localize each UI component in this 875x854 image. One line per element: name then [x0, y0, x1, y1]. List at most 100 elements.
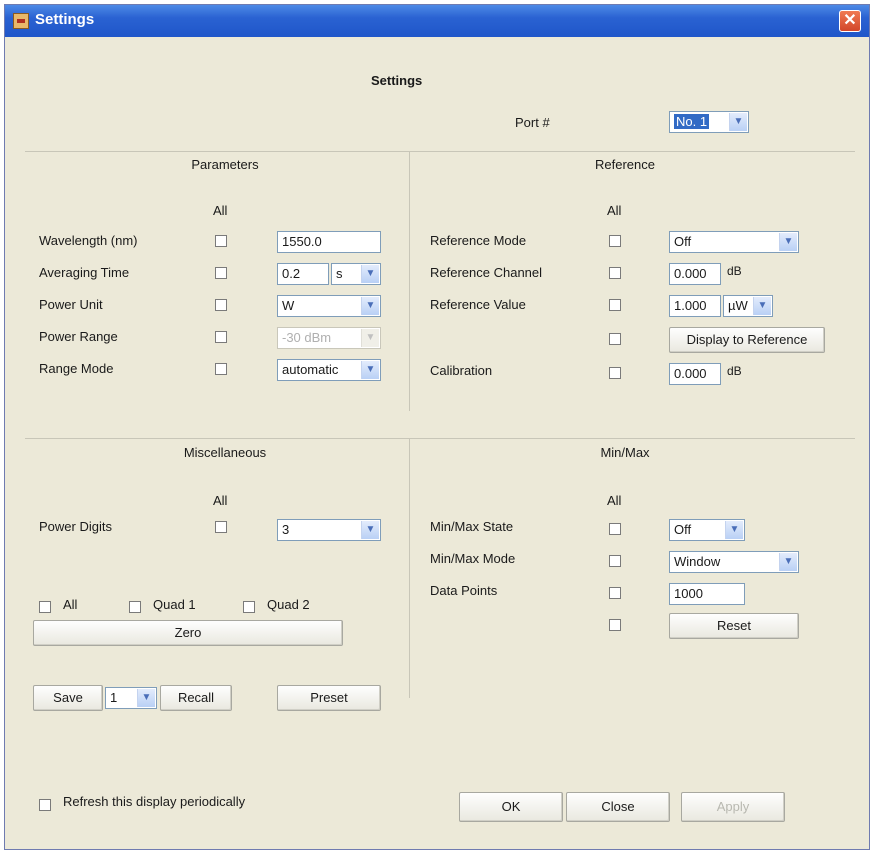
chevron-down-icon: ▼ — [361, 297, 379, 315]
refresh-label: Refresh this display periodically — [63, 794, 246, 809]
save-button[interactable]: Save — [33, 685, 103, 711]
reference-value-unit-select[interactable]: µW ▼ — [723, 295, 773, 317]
power-digits-value: 3 — [282, 522, 290, 537]
reference-value-unit-value: µW — [728, 298, 748, 313]
calibration-field[interactable]: 0.000 — [669, 363, 721, 385]
chevron-down-icon: ▼ — [753, 297, 771, 315]
power-unit-checkbox[interactable] — [215, 299, 227, 311]
preset-button[interactable]: Preset — [277, 685, 381, 711]
minmax-mode-value: Window — [674, 554, 721, 569]
chevron-down-icon: ▼ — [361, 265, 379, 283]
minmax-state-select[interactable]: Off ▼ — [669, 519, 745, 541]
range-mode-checkbox[interactable] — [215, 363, 227, 375]
minmax-mode-label: Min/Max Mode — [430, 551, 516, 566]
power-digits-label: Power Digits — [39, 519, 112, 534]
miscellaneous-title: Miscellaneous — [183, 445, 267, 460]
minmax-all-label: All — [607, 493, 622, 508]
app-icon — [13, 13, 29, 29]
quad-1-label: Quad 1 — [153, 597, 196, 612]
data-points-field[interactable]: 1000 — [669, 583, 745, 605]
wavelength-field[interactable]: 1550.0 — [277, 231, 381, 253]
port-label: Port # — [515, 115, 550, 130]
reference-channel-label: Reference Channel — [430, 265, 543, 280]
reset-button[interactable]: Reset — [669, 613, 799, 639]
page-title: Settings — [371, 73, 423, 88]
chevron-down-icon: ▼ — [729, 113, 747, 131]
minmax-state-value: Off — [674, 522, 692, 537]
power-unit-label: Power Unit — [39, 297, 103, 312]
reference-value-label: Reference Value — [430, 297, 526, 312]
ok-button[interactable]: OK — [459, 792, 563, 822]
divider — [409, 151, 410, 411]
chevron-down-icon: ▼ — [361, 361, 379, 379]
reference-channel-field[interactable]: 0.000 — [669, 263, 721, 285]
reference-mode-select[interactable]: Off ▼ — [669, 231, 799, 253]
minmax-state-checkbox[interactable] — [609, 523, 621, 535]
power-digits-checkbox[interactable] — [215, 521, 227, 533]
reference-all-label: All — [607, 203, 622, 218]
calibration-unit: dB — [727, 364, 742, 378]
window-title: Settings — [35, 11, 95, 28]
data-points-checkbox[interactable] — [609, 587, 621, 599]
reference-value-field[interactable]: 1.000 — [669, 295, 721, 317]
reference-value-checkbox[interactable] — [609, 299, 621, 311]
refresh-checkbox[interactable] — [39, 799, 51, 811]
reference-mode-label: Reference Mode — [430, 233, 527, 248]
quad-2-checkbox[interactable] — [243, 601, 255, 613]
port-select-value: No. 1 — [674, 114, 710, 129]
power-unit-select[interactable]: W ▼ — [277, 295, 381, 317]
chevron-down-icon: ▼ — [361, 329, 379, 347]
slot-select[interactable]: 1 ▼ — [105, 687, 157, 709]
data-points-label: Data Points — [430, 583, 498, 598]
averaging-time-label: Averaging Time — [39, 265, 130, 280]
averaging-time-checkbox[interactable] — [215, 267, 227, 279]
chevron-down-icon: ▼ — [137, 689, 155, 707]
range-mode-label: Range Mode — [39, 361, 114, 376]
reference-mode-checkbox[interactable] — [609, 235, 621, 247]
reference-channel-checkbox[interactable] — [609, 267, 621, 279]
minmax-title: Min/Max — [600, 445, 650, 460]
display-to-reference-checkbox[interactable] — [609, 333, 621, 345]
chevron-down-icon: ▼ — [779, 233, 797, 251]
reference-channel-unit: dB — [727, 264, 742, 278]
minmax-mode-checkbox[interactable] — [609, 555, 621, 567]
power-range-value: -30 dBm — [282, 330, 332, 345]
zero-button[interactable]: Zero — [33, 620, 343, 646]
range-mode-value: automatic — [282, 362, 339, 377]
minmax-state-label: Min/Max State — [430, 519, 514, 534]
power-digits-select[interactable]: 3 ▼ — [277, 519, 381, 541]
close-icon[interactable]: ✕ — [839, 10, 861, 32]
averaging-time-field[interactable]: 0.2 — [277, 263, 329, 285]
calibration-checkbox[interactable] — [609, 367, 621, 379]
apply-button: Apply — [681, 792, 785, 822]
reference-title: Reference — [595, 157, 655, 172]
wavelength-label: Wavelength (nm) — [39, 233, 138, 248]
reference-mode-value: Off — [674, 234, 692, 249]
divider — [409, 438, 410, 698]
slot-value: 1 — [110, 690, 118, 705]
calibration-label: Calibration — [430, 363, 493, 378]
quad-2-label: Quad 2 — [267, 597, 310, 612]
power-range-label: Power Range — [39, 329, 118, 344]
divider — [25, 438, 855, 439]
chevron-down-icon: ▼ — [779, 553, 797, 571]
power-range-checkbox[interactable] — [215, 331, 227, 343]
chevron-down-icon: ▼ — [361, 521, 379, 539]
quad-all-checkbox[interactable] — [39, 601, 51, 613]
parameters-title: Parameters — [191, 157, 259, 172]
close-button[interactable]: Close — [566, 792, 670, 822]
averaging-time-unit-select[interactable]: s ▼ — [331, 263, 381, 285]
display-to-reference-button[interactable]: Display to Reference — [669, 327, 825, 353]
power-unit-value: W — [282, 298, 295, 313]
miscellaneous-all-label: All — [213, 493, 228, 508]
recall-button[interactable]: Recall — [160, 685, 232, 711]
minmax-mode-select[interactable]: Window ▼ — [669, 551, 799, 573]
port-select[interactable]: No. 1 ▼ — [669, 111, 749, 133]
quad-1-checkbox[interactable] — [129, 601, 141, 613]
chevron-down-icon: ▼ — [725, 521, 743, 539]
wavelength-checkbox[interactable] — [215, 235, 227, 247]
quad-all-label: All — [63, 597, 78, 612]
title-bar: Settings ✕ — [5, 5, 869, 37]
range-mode-select[interactable]: automatic ▼ — [277, 359, 381, 381]
reset-checkbox[interactable] — [609, 619, 621, 631]
